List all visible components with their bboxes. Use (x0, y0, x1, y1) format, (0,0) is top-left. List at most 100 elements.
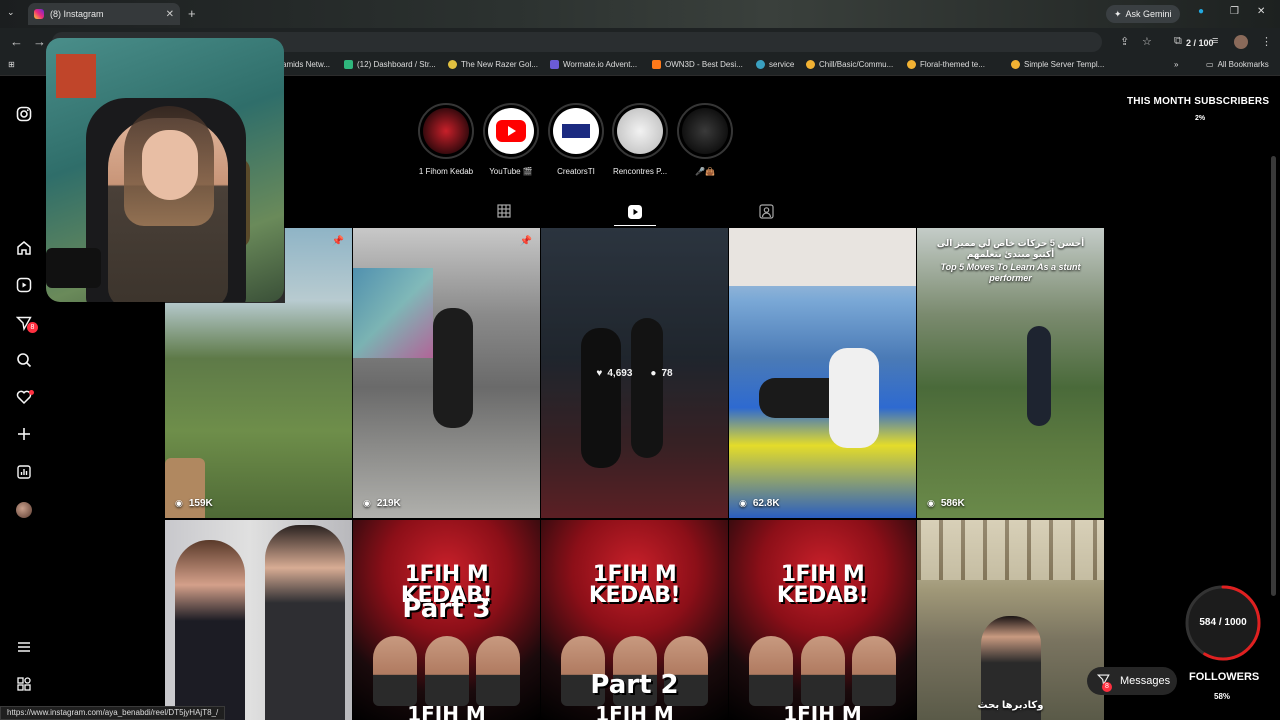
messages-label: Messages (1120, 675, 1171, 687)
caption-arabic: وكادبرها بحث (977, 700, 1044, 711)
story-highlight[interactable]: 🎤👜 (677, 103, 733, 176)
menu-lines-icon[interactable]: ≡ (1212, 35, 1218, 47)
bookmark-favicon-icon (806, 60, 815, 69)
view-count-value: 62.8K (752, 498, 780, 509)
profile-avatar-nav[interactable] (16, 502, 32, 518)
reel-thumbnail[interactable]: 1FIH M KEDAB! Part 3 1FIH M (353, 520, 540, 720)
tab-search-icon[interactable]: ⌄ (7, 7, 15, 18)
reel-thumbnail[interactable]: وكادبرها بحث (917, 520, 1104, 720)
scrollbar[interactable] (1271, 156, 1276, 596)
bookmark-item[interactable]: amids Netw... (282, 60, 330, 69)
wall-poster (56, 54, 96, 98)
reel-thumbnail[interactable] (165, 520, 352, 720)
tab-tagged-icon[interactable] (759, 204, 774, 222)
bookmark-item[interactable]: Simple Server Templ... (1011, 60, 1104, 69)
bookmark-favicon-icon (907, 60, 916, 69)
all-bookmarks-button[interactable]: ▭ All Bookmarks (1206, 60, 1269, 69)
caption-arabic: أحسن 5 حركات خاص لي مميز الى أكتبو مبتدئ… (936, 238, 1085, 260)
messages-button[interactable]: Messages (1087, 667, 1177, 695)
bookmark-item[interactable]: (12) Dashboard / Str... (344, 60, 436, 69)
close-window-button[interactable]: ✕ (1257, 6, 1265, 17)
more-menu-icon[interactable]: ⋮ (1261, 35, 1272, 48)
story-ring (418, 103, 474, 159)
streamer-face (142, 130, 198, 200)
story-highlight[interactable]: 1 Fihom Kedab (418, 103, 474, 176)
ask-gemini-button[interactable]: ✦ Ask Gemini (1106, 5, 1180, 23)
story-ring (677, 103, 733, 159)
bookmark-item[interactable]: Wormate.io Advent... (550, 60, 637, 69)
bookmark-favicon-icon (756, 60, 765, 69)
install-app-icon[interactable]: ⇪ (1120, 35, 1129, 48)
reel-thumbnail[interactable]: ◉ 62.8K (729, 228, 916, 518)
bookmark-item[interactable]: Chill/Basic/Commu... (806, 60, 893, 69)
comments-stat: ● 78 (650, 368, 672, 379)
eye-icon: ◉ (175, 498, 183, 508)
face (800, 636, 845, 706)
person-figure (433, 308, 473, 428)
bookmark-item[interactable]: The New Razer Gol... (448, 60, 538, 69)
story-ring (612, 103, 668, 159)
instagram-logo-icon[interactable] (15, 106, 33, 124)
forward-button[interactable]: → (33, 34, 46, 49)
story-image (423, 108, 469, 154)
back-button[interactable]: ← (10, 34, 23, 49)
view-count-value: 219K (376, 498, 401, 509)
apps-grid-icon[interactable]: ⊞ (8, 60, 15, 69)
bookmark-favicon-icon (448, 60, 457, 69)
tab-posts-grid-icon[interactable] (497, 204, 511, 221)
story-image (682, 108, 728, 154)
tab-reels-icon[interactable] (627, 204, 643, 223)
title-part: KEDAB! (588, 582, 681, 608)
reel-thumbnail[interactable]: 1FIH M KEDAB! 1FIH M (729, 520, 916, 720)
followers-goal-count: 584 / 1000 (1199, 617, 1247, 628)
bookmark-label: service (769, 60, 795, 69)
story-highlight[interactable]: YouTube 🎬 (483, 103, 539, 176)
face (852, 636, 896, 706)
extensions-icon[interactable]: ⧉ (1174, 35, 1182, 48)
reel-thumbnail-hovered[interactable]: ♥ 4,693 ● 78 (541, 228, 728, 518)
bookmark-favicon-icon (1011, 60, 1020, 69)
bookmark-star-icon[interactable]: ☆ (1142, 35, 1152, 48)
active-tab-indicator (614, 225, 656, 226)
tree-stump (165, 458, 205, 518)
graffiti-wall (353, 268, 433, 358)
bookmark-item[interactable]: service (756, 60, 794, 69)
story-image (617, 108, 663, 154)
messages-badge: 8 (1102, 682, 1112, 692)
reel-thumbnail[interactable]: 📌 ◉ 219K (353, 228, 540, 518)
reel-thumbnail[interactable]: أحسن 5 حركات خاص لي مميز الى أكتبو مبتدئ… (917, 228, 1104, 518)
restore-window-button[interactable]: ❐ (1230, 6, 1239, 17)
thumbnail-bottom-title: 1FIH M (783, 702, 862, 720)
reels-icon[interactable] (15, 277, 33, 295)
bookmark-item[interactable]: Floral-themed te... (907, 60, 985, 69)
youtube-logo-icon (496, 120, 526, 142)
close-tab-icon[interactable]: ✕ (166, 9, 174, 20)
new-tab-button[interactable]: + (188, 6, 196, 21)
instagram-favicon-icon (34, 9, 44, 19)
story-image (553, 108, 599, 154)
browser-tab-instagram[interactable]: (8) Instagram ✕ (28, 3, 180, 25)
dashboard-chart-icon[interactable] (15, 464, 33, 482)
hover-stats-overlay: ♥ 4,693 ● 78 (541, 228, 728, 518)
streamer-webcam-overlay (46, 38, 284, 302)
also-from-meta-icon[interactable] (15, 676, 33, 694)
thumbnail-part-label: Part 2 (590, 670, 679, 700)
more-menu-hamburger-icon[interactable] (15, 639, 33, 657)
subscribers-goal-percent: 2% (1195, 115, 1206, 122)
activity-dot (29, 390, 34, 395)
bookmark-item[interactable]: OWN3D - Best Desi... (652, 60, 743, 69)
bookmark-label: OWN3D - Best Desi... (665, 60, 743, 69)
reel-thumbnail[interactable]: 1FIH M KEDAB! Part 2 1FIH M (541, 520, 728, 720)
create-plus-icon[interactable] (15, 426, 33, 444)
bookmarks-overflow-icon[interactable]: » (1174, 60, 1178, 69)
extension-counter: 2 / 100 (1186, 38, 1214, 48)
story-highlight[interactable]: Rencontres P... (612, 103, 668, 176)
gemini-icon: ✦ (1114, 8, 1122, 19)
followers-goal-label: FOLLOWERS (1189, 671, 1260, 683)
search-icon[interactable] (15, 352, 33, 370)
view-count: ◉ 219K (363, 498, 401, 509)
home-icon[interactable] (15, 240, 33, 258)
story-highlight[interactable]: CreatorsTI (548, 103, 604, 176)
bookmark-label: Floral-themed te... (920, 60, 985, 69)
profile-avatar[interactable] (1234, 35, 1248, 49)
